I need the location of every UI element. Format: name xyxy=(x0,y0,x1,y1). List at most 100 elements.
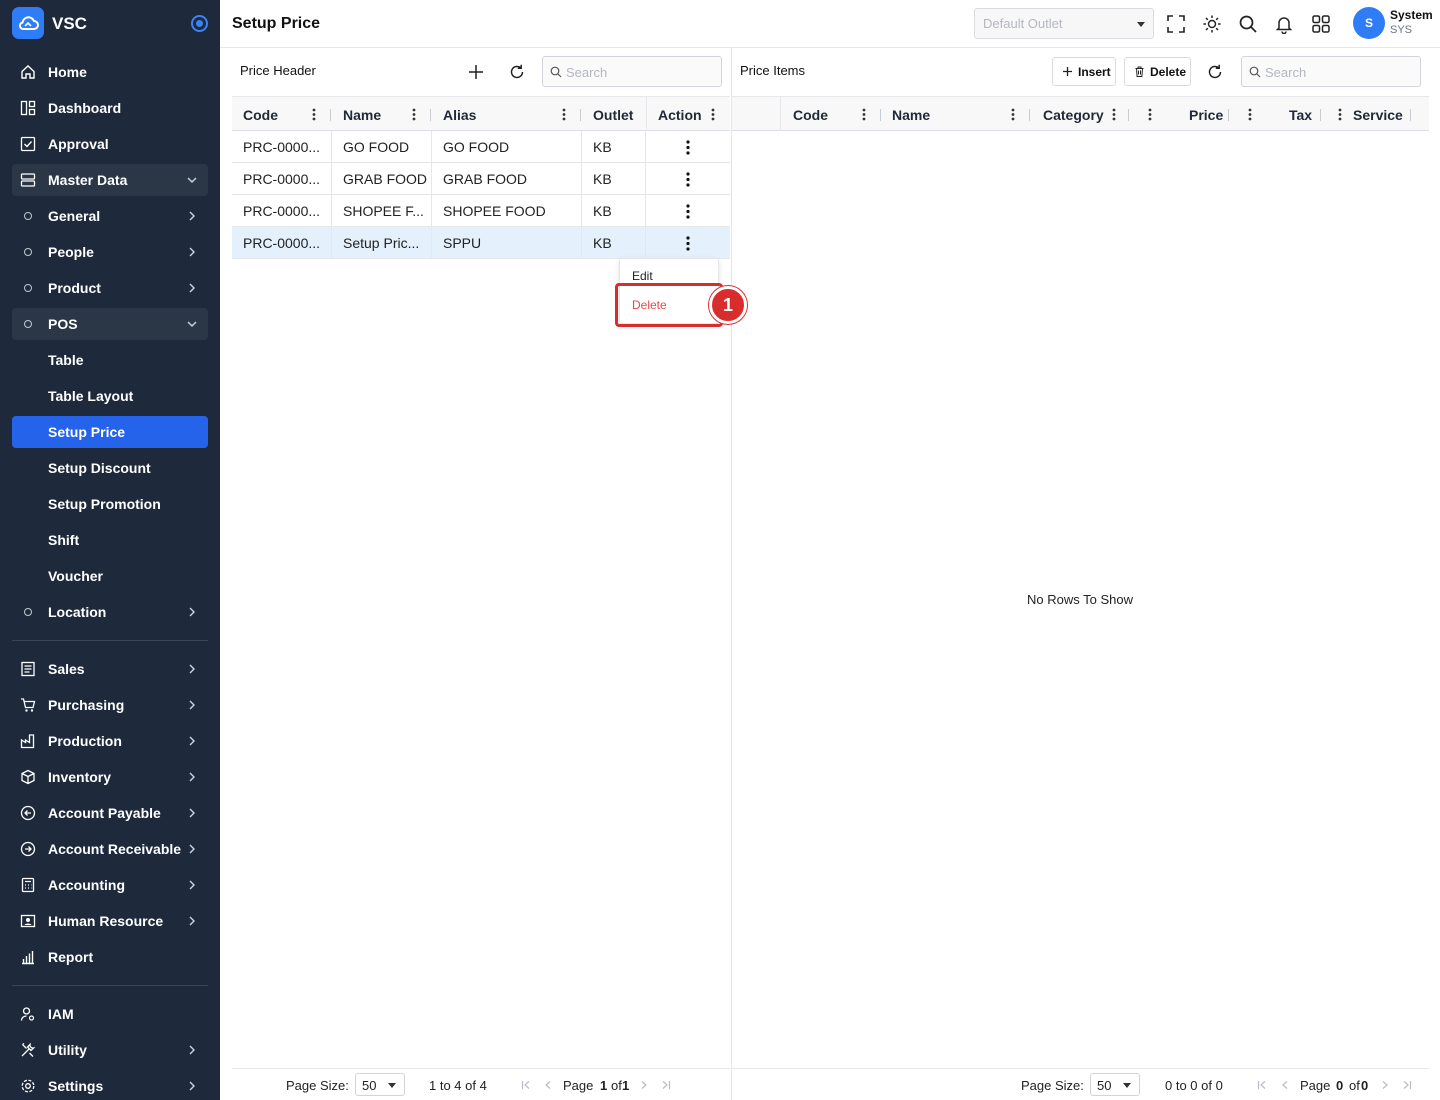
sun-icon[interactable] xyxy=(1202,14,1222,34)
column-menu-icon[interactable] xyxy=(1011,108,1015,121)
column-header-service[interactable]: Service xyxy=(1322,97,1429,131)
table-row[interactable]: PRC-0000... GO FOOD GO FOOD KB xyxy=(232,131,730,163)
first-page-icon[interactable] xyxy=(1257,1080,1267,1090)
column-menu-icon[interactable] xyxy=(862,108,866,121)
column-menu-icon[interactable] xyxy=(562,108,566,121)
bell-icon[interactable] xyxy=(1274,14,1294,34)
sidebar-item-report[interactable]: Report xyxy=(12,941,208,973)
sidebar-item-shift[interactable]: Shift xyxy=(12,524,208,556)
column-resize-handle[interactable] xyxy=(1128,109,1129,121)
column-menu-icon[interactable] xyxy=(1112,108,1116,121)
page-size-select[interactable]: 50 xyxy=(1090,1073,1140,1096)
column-header-alias[interactable]: Alias xyxy=(432,97,581,131)
avatar[interactable]: S xyxy=(1353,7,1385,39)
refresh-icon[interactable] xyxy=(508,63,526,81)
next-page-icon[interactable] xyxy=(639,1080,649,1090)
column-header-name[interactable]: Name xyxy=(332,97,431,131)
sidebar-item-table[interactable]: Table xyxy=(12,344,208,376)
column-resize-handle[interactable] xyxy=(1410,109,1411,121)
first-page-icon[interactable] xyxy=(521,1080,531,1090)
column-header-action[interactable]: Action xyxy=(646,97,730,131)
sidebar-item-production[interactable]: Production xyxy=(12,725,208,757)
column-header-select[interactable] xyxy=(732,97,781,131)
sidebar-item-product[interactable]: Product xyxy=(12,272,208,304)
sidebar-item-people[interactable]: People xyxy=(12,236,208,268)
prev-page-icon[interactable] xyxy=(543,1080,553,1090)
search-placeholder: Search xyxy=(566,65,608,80)
outlet-select[interactable]: Default Outlet xyxy=(974,8,1154,39)
sidebar-item-account-payable[interactable]: Account Payable xyxy=(12,797,208,829)
price-items-search-input[interactable]: Search xyxy=(1241,56,1421,87)
row-actions-icon[interactable] xyxy=(686,204,690,219)
sidebar-item-setup-discount[interactable]: Setup Discount xyxy=(12,452,208,484)
column-resize-handle[interactable] xyxy=(430,109,431,121)
sidebar-item-iam[interactable]: IAM xyxy=(12,998,208,1030)
sidebar-item-dashboard[interactable]: Dashboard xyxy=(12,92,208,124)
chevron-right-icon xyxy=(189,664,195,674)
delete-button[interactable]: Delete xyxy=(1124,57,1191,86)
column-header-price[interactable]: Price xyxy=(1132,97,1232,131)
column-header-category[interactable]: Category xyxy=(1032,97,1131,131)
cell-outlet: KB xyxy=(582,131,646,162)
column-resize-handle[interactable] xyxy=(1320,109,1321,121)
column-header-name[interactable]: Name xyxy=(881,97,1031,131)
column-header-label: Category xyxy=(1043,107,1104,123)
refresh-icon[interactable] xyxy=(1206,63,1224,81)
column-resize-handle[interactable] xyxy=(1029,109,1030,121)
sidebar-item-location[interactable]: Location xyxy=(12,596,208,628)
row-actions-icon[interactable] xyxy=(686,236,690,251)
column-menu-icon[interactable] xyxy=(1338,108,1342,121)
context-menu-edit[interactable]: Edit xyxy=(632,269,653,283)
sidebar-item-approval[interactable]: Approval xyxy=(12,128,208,160)
cell-alias: GRAB FOOD xyxy=(432,163,582,194)
sidebar-item-setup-price[interactable]: Setup Price xyxy=(12,416,208,448)
column-menu-icon[interactable] xyxy=(1148,108,1152,121)
page-size-select[interactable]: 50 xyxy=(355,1073,405,1096)
sidebar-item-table-layout[interactable]: Table Layout xyxy=(12,380,208,412)
column-menu-icon[interactable] xyxy=(312,108,316,121)
sidebar-item-settings[interactable]: Settings xyxy=(12,1070,208,1100)
sidebar-item-master-data[interactable]: Master Data xyxy=(12,164,208,196)
sidebar-item-setup-promotion[interactable]: Setup Promotion xyxy=(12,488,208,520)
column-header-code[interactable]: Code xyxy=(232,97,331,131)
row-actions-icon[interactable] xyxy=(686,172,690,187)
sidebar-item-home[interactable]: Home xyxy=(12,56,208,88)
column-menu-icon[interactable] xyxy=(412,108,416,121)
last-page-icon[interactable] xyxy=(661,1080,671,1090)
sidebar-item-purchasing[interactable]: Purchasing xyxy=(12,689,208,721)
sidebar-item-label: Table Layout xyxy=(48,388,134,404)
sidebar-item-utility[interactable]: Utility xyxy=(12,1034,208,1066)
topbar: Setup Price Default Outlet S System SYS xyxy=(220,0,1440,48)
sidebar-pin-toggle[interactable] xyxy=(191,15,208,32)
row-actions-icon[interactable] xyxy=(686,140,690,155)
table-row-selected[interactable]: PRC-0000... Setup Pric... SPPU KB xyxy=(232,227,730,259)
next-page-icon[interactable] xyxy=(1380,1080,1390,1090)
column-menu-icon[interactable] xyxy=(711,108,715,121)
sidebar-item-general[interactable]: General xyxy=(12,200,208,232)
apps-grid-icon[interactable] xyxy=(1311,14,1331,34)
column-header-outlet[interactable]: Outlet xyxy=(582,97,645,131)
table-row[interactable]: PRC-0000... SHOPEE F... SHOPEE FOOD KB xyxy=(232,195,730,227)
prev-page-icon[interactable] xyxy=(1280,1080,1290,1090)
column-resize-handle[interactable] xyxy=(330,109,331,121)
column-resize-handle[interactable] xyxy=(1228,109,1229,121)
column-menu-icon[interactable] xyxy=(1248,108,1252,121)
price-header-search-input[interactable]: Search xyxy=(542,56,722,87)
table-row[interactable]: PRC-0000... GRAB FOOD GRAB FOOD KB xyxy=(232,163,730,195)
sidebar-item-account-receivable[interactable]: Account Receivable xyxy=(12,833,208,865)
search-icon[interactable] xyxy=(1238,14,1258,34)
chevron-right-icon xyxy=(189,211,195,221)
column-header-tax[interactable]: Tax xyxy=(1232,97,1322,131)
sidebar-item-sales[interactable]: Sales xyxy=(12,653,208,685)
sidebar-item-voucher[interactable]: Voucher xyxy=(12,560,208,592)
last-page-icon[interactable] xyxy=(1402,1080,1412,1090)
insert-button[interactable]: Insert xyxy=(1052,57,1116,86)
add-icon[interactable] xyxy=(467,63,485,81)
column-resize-handle[interactable] xyxy=(580,109,581,121)
sidebar-item-pos[interactable]: POS xyxy=(12,308,208,340)
sidebar-item-human-resource[interactable]: Human Resource xyxy=(12,905,208,937)
fullscreen-icon[interactable] xyxy=(1166,14,1186,34)
column-header-code[interactable]: Code xyxy=(782,97,881,131)
sidebar-item-inventory[interactable]: Inventory xyxy=(12,761,208,793)
sidebar-item-accounting[interactable]: Accounting xyxy=(12,869,208,901)
